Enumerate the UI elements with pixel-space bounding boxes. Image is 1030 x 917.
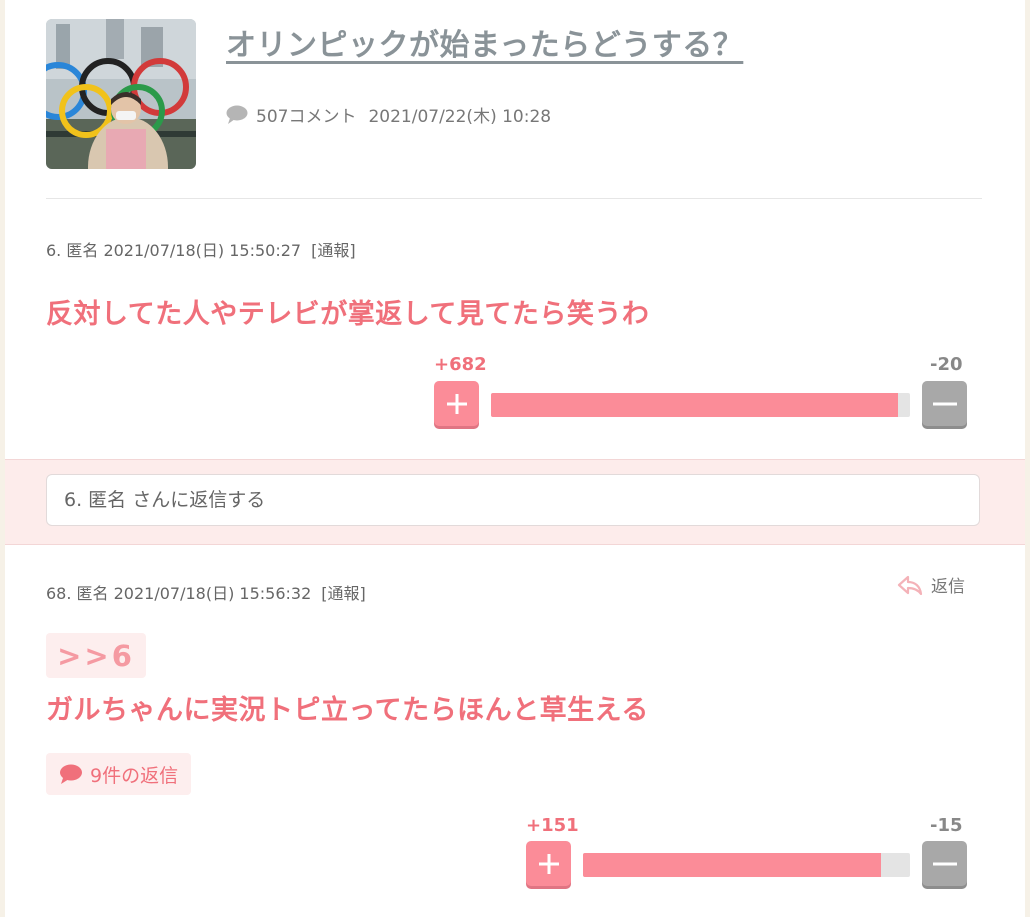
reply-input[interactable] <box>46 474 980 526</box>
topic-thumbnail[interactable] <box>46 19 196 169</box>
vote-ratio-fill <box>583 853 881 877</box>
comment-number-name-date: 68. 匿名 2021/07/18(日) 15:56:32 <box>46 584 312 603</box>
topic-meta: 507コメント 2021/07/22(木) 10:28 <box>226 102 551 127</box>
reply-button[interactable]: 返信 <box>897 572 965 597</box>
minus-vote-button[interactable] <box>922 381 967 426</box>
vote-ratio-bar <box>583 853 910 877</box>
report-link[interactable]: [通報] <box>311 241 356 260</box>
topic-page: オリンピックが始まったらどうする？ 507コメント 2021/07/22(木) … <box>5 0 1025 917</box>
plus-count: +151 <box>526 815 579 836</box>
reply-arrow-icon <box>897 575 923 595</box>
plus-icon <box>446 393 467 414</box>
plus-icon <box>538 853 559 874</box>
minus-icon <box>932 862 957 865</box>
plus-vote-button[interactable] <box>434 381 479 426</box>
topic-title[interactable]: オリンピックが始まったらどうする？ <box>226 20 743 64</box>
plus-vote-button[interactable] <box>526 841 571 886</box>
anchor-link[interactable]: >>6 <box>46 633 146 678</box>
minus-icon <box>932 402 957 405</box>
comment-bubble-icon <box>226 105 248 124</box>
minus-count: -15 <box>930 815 963 836</box>
olympic-rings-photo <box>46 19 196 169</box>
vote-ratio-bar <box>491 393 910 417</box>
comment-number-name-date: 6. 匿名 2021/07/18(日) 15:50:27 <box>46 241 302 260</box>
minus-count: -20 <box>930 354 963 375</box>
replies-button[interactable]: 9件の返信 <box>46 753 192 795</box>
speech-bubble-icon <box>60 764 82 784</box>
comment-body: ガルちゃんに実況トピ立ってたらほんと草生える <box>46 695 649 726</box>
comment-body: 反対してた人やテレビが掌返して見てたら笑うわ <box>46 299 650 330</box>
report-link[interactable]: [通報] <box>321 584 366 603</box>
topic-date: 2021/07/22(木) 10:28 <box>368 107 552 127</box>
reply-band <box>5 459 1025 545</box>
divider <box>46 198 982 199</box>
minus-vote-button[interactable] <box>922 841 967 886</box>
vote-ratio-fill <box>491 393 898 417</box>
comment-header: 68. 匿名 2021/07/18(日) 15:56:32 [通報] <box>46 580 366 604</box>
comment-count: 507コメント <box>256 107 357 127</box>
plus-count: +682 <box>434 354 487 375</box>
reply-label: 返信 <box>931 577 965 597</box>
comment-header: 6. 匿名 2021/07/18(日) 15:50:27 [通報] <box>46 237 356 261</box>
replies-count: 9件の返信 <box>90 764 179 787</box>
